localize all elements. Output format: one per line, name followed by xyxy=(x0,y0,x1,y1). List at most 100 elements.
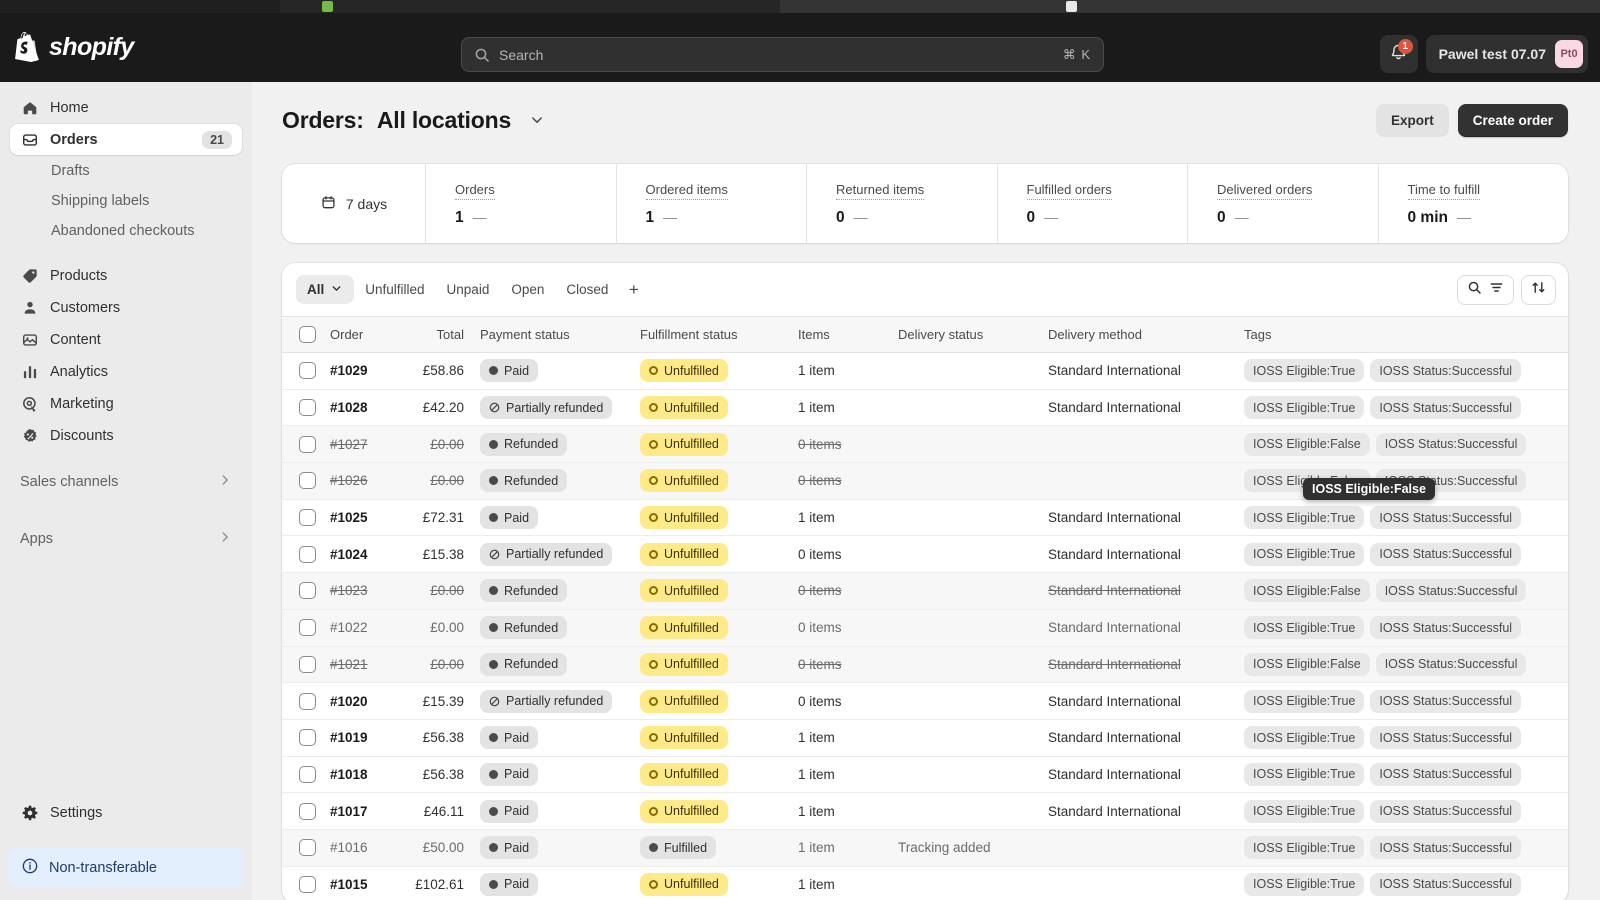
column-header-payment-status[interactable]: Payment status xyxy=(472,316,632,353)
table-row[interactable]: #1017 £46.11 Paid Unfulfilled 1 item Standard… xyxy=(282,792,1568,830)
sidebar-group-apps[interactable]: Apps xyxy=(10,523,242,554)
table-row[interactable]: #1015 £102.61 Paid Unfulfilled 1 item IOSS El… xyxy=(282,866,1568,900)
order-tag[interactable]: IOSS Eligible:True xyxy=(1244,872,1365,896)
metric-fulfilled-orders[interactable]: Fulfilled orders 0 — xyxy=(996,164,1188,243)
metric-ordered-items[interactable]: Ordered items 1 — xyxy=(615,164,807,243)
metric-orders[interactable]: Orders 1 — xyxy=(425,164,616,243)
order-tag[interactable]: IOSS Eligible:False xyxy=(1244,432,1370,456)
sidebar-item-products[interactable]: Products xyxy=(10,260,242,291)
row-checkbox[interactable] xyxy=(299,619,316,637)
table-row[interactable]: #1020 £15.39 Partially refunded Unfulfilled… xyxy=(282,682,1568,720)
metric-returned-items[interactable]: Returned items 0 — xyxy=(806,164,997,243)
order-tag[interactable]: IOSS Status:Successful xyxy=(1375,652,1527,676)
order-tag[interactable]: IOSS Status:Successful xyxy=(1370,836,1522,860)
table-row[interactable]: #1016 £50.00 Paid Fulfilled 1 item Tracking a… xyxy=(282,829,1568,867)
order-tag[interactable]: IOSS Status:Successful xyxy=(1370,616,1522,640)
row-checkbox[interactable] xyxy=(299,765,316,783)
order-tag[interactable]: IOSS Eligible:True xyxy=(1244,542,1365,566)
row-checkbox[interactable] xyxy=(299,802,316,820)
search-and-filter-button[interactable] xyxy=(1457,274,1514,305)
cell-order[interactable]: #1026 xyxy=(322,462,394,500)
browser-tab-inactive[interactable] xyxy=(280,0,780,13)
column-header-delivery-status[interactable]: Delivery status xyxy=(890,316,1040,353)
sidebar-item-shipping-labels[interactable]: Shipping labels xyxy=(10,186,242,216)
order-tag[interactable]: IOSS Eligible:True xyxy=(1244,799,1365,823)
select-all-checkbox[interactable] xyxy=(299,326,316,343)
cell-order[interactable]: #1023 xyxy=(322,572,394,610)
row-checkbox[interactable] xyxy=(299,839,316,857)
table-row[interactable]: #1019 £56.38 Paid Unfulfilled 1 item Standard… xyxy=(282,719,1568,757)
tab-open[interactable]: Open xyxy=(500,275,555,304)
order-tag[interactable]: IOSS Status:Successful xyxy=(1370,359,1522,383)
order-tag[interactable]: IOSS Eligible:True xyxy=(1244,726,1365,750)
order-tag[interactable]: IOSS Eligible:True xyxy=(1244,689,1365,713)
column-header-order[interactable]: Order xyxy=(322,316,394,353)
table-row[interactable]: #1024 £15.38 Partially refunded Unfulfilled… xyxy=(282,535,1568,574)
row-checkbox[interactable] xyxy=(299,435,316,453)
sidebar-item-discounts[interactable]: Discounts xyxy=(10,420,242,451)
order-tag[interactable]: IOSS Status:Successful xyxy=(1375,579,1527,603)
order-tag[interactable]: IOSS Status:Successful xyxy=(1370,762,1522,786)
table-row[interactable]: #1018 £56.38 Paid Unfulfilled 1 item Standard… xyxy=(282,756,1568,794)
table-row[interactable]: #1027 £0.00 Refunded Unfulfilled 0 items IOSS… xyxy=(282,425,1568,464)
order-tag[interactable]: IOSS Eligible:True xyxy=(1244,762,1365,786)
chevron-down-icon[interactable] xyxy=(529,112,545,128)
metric-delivered-orders[interactable]: Delivered orders 0 — xyxy=(1187,164,1378,243)
sidebar-item-analytics[interactable]: Analytics xyxy=(10,356,242,387)
cell-order[interactable]: #1028 xyxy=(322,389,394,427)
table-row[interactable]: #1029 £58.86 Paid Unfulfilled 1 item Standard… xyxy=(282,352,1568,390)
order-tag[interactable]: IOSS Status:Successful xyxy=(1370,799,1522,823)
metric-time-to-fulfill[interactable]: Time to fulfill 0 min — xyxy=(1377,164,1569,243)
browser-tab-active[interactable] xyxy=(780,0,1600,13)
cell-order[interactable]: #1025 xyxy=(322,499,394,537)
sidebar-item-settings[interactable]: Settings xyxy=(10,797,242,828)
order-tag[interactable]: IOSS Eligible:True xyxy=(1244,616,1365,640)
order-tag[interactable]: IOSS Eligible:True xyxy=(1244,506,1365,530)
table-row[interactable]: #1022 £0.00 Refunded Unfulfilled 0 items Stan… xyxy=(282,609,1568,647)
date-range-selector[interactable]: 7 days xyxy=(282,164,425,243)
sidebar-item-orders[interactable]: Orders 21 xyxy=(10,124,242,155)
row-checkbox[interactable] xyxy=(299,509,316,527)
tab-closed[interactable]: Closed xyxy=(555,275,619,304)
cell-order[interactable]: #1027 xyxy=(322,425,394,464)
order-tag[interactable]: IOSS Status:Successful xyxy=(1370,872,1522,896)
cell-order[interactable]: #1022 xyxy=(322,609,394,647)
export-button[interactable]: Export xyxy=(1375,104,1449,137)
sidebar-item-drafts[interactable]: Drafts xyxy=(10,156,242,186)
order-tag[interactable]: IOSS Status:Successful xyxy=(1370,689,1522,713)
row-checkbox[interactable] xyxy=(299,545,316,563)
cell-order[interactable]: #1018 xyxy=(322,756,394,794)
column-header-delivery-method[interactable]: Delivery method xyxy=(1040,316,1236,353)
table-row[interactable]: #1025 £72.31 Paid Unfulfilled 1 item Standard… xyxy=(282,499,1568,537)
order-tag[interactable]: IOSS Status:Successful xyxy=(1375,432,1527,456)
row-checkbox[interactable] xyxy=(299,362,316,380)
sidebar-item-home[interactable]: Home xyxy=(10,92,242,123)
sidebar-item-abandoned-checkouts[interactable]: Abandoned checkouts xyxy=(10,216,242,246)
table-row[interactable]: #1021 £0.00 Refunded Unfulfilled 0 items Stan… xyxy=(282,646,1568,684)
location-filter-label[interactable]: All locations xyxy=(377,107,511,133)
cell-order[interactable]: #1029 xyxy=(322,352,394,390)
cell-order[interactable]: #1021 xyxy=(322,646,394,684)
row-checkbox[interactable] xyxy=(299,729,316,747)
sort-button[interactable] xyxy=(1521,274,1556,305)
table-row[interactable]: #1028 £42.20 Partially refunded Unfulfilled… xyxy=(282,389,1568,427)
order-tag[interactable]: IOSS Status:Successful xyxy=(1370,506,1522,530)
global-search-bar[interactable]: Search ⌘ K xyxy=(461,37,1104,72)
order-tag[interactable]: IOSS Eligible:False xyxy=(1244,579,1370,603)
row-checkbox[interactable] xyxy=(299,399,316,417)
row-checkbox[interactable] xyxy=(299,655,316,673)
account-menu-button[interactable]: Pawel test 07.07 Pt0 xyxy=(1425,35,1588,73)
table-row[interactable]: #1023 £0.00 Refunded Unfulfilled 0 items Stan… xyxy=(282,572,1568,610)
column-header-fulfillment-status[interactable]: Fulfillment status xyxy=(632,316,790,353)
row-checkbox[interactable] xyxy=(299,692,316,710)
tab-all[interactable]: All xyxy=(296,275,355,304)
cell-order[interactable]: #1019 xyxy=(322,719,394,757)
column-header-tags[interactable]: Tags xyxy=(1236,316,1568,353)
notifications-button[interactable]: 1 xyxy=(1379,35,1418,73)
order-tag[interactable]: IOSS Eligible:True xyxy=(1244,836,1365,860)
tab-unpaid[interactable]: Unpaid xyxy=(436,275,501,304)
row-checkbox[interactable] xyxy=(299,875,316,893)
sidebar-item-content[interactable]: Content xyxy=(10,324,242,355)
order-tag[interactable]: IOSS Eligible:True xyxy=(1244,396,1365,420)
create-order-button[interactable]: Create order xyxy=(1457,104,1568,137)
